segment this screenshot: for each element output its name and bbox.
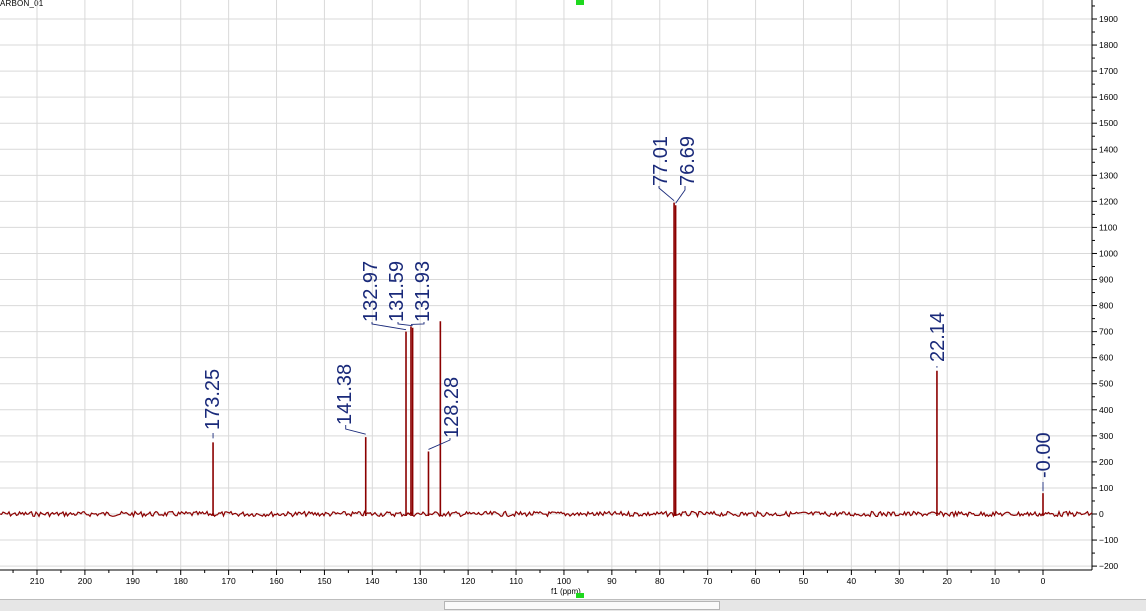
peak-leader-line xyxy=(345,425,366,435)
y-tick-label: 1200 xyxy=(1099,196,1118,206)
x-tick-label: 210 xyxy=(30,576,44,586)
x-tick-label: 200 xyxy=(78,576,92,586)
x-tick-label: 40 xyxy=(847,576,857,586)
top-region-marker[interactable] xyxy=(576,0,584,5)
y-tick-label: 1000 xyxy=(1099,248,1118,258)
x-tick-label: 60 xyxy=(751,576,761,586)
y-tick-label: 1100 xyxy=(1099,222,1118,232)
y-tick-label: 800 xyxy=(1099,301,1113,311)
y-tick-label: 900 xyxy=(1099,275,1113,285)
x-tick-label: 100 xyxy=(557,576,571,586)
y-tick-label: −200 xyxy=(1099,561,1118,571)
y-tick-label: 700 xyxy=(1099,327,1113,337)
peak-label: 128.28 xyxy=(441,377,463,438)
x-tick-label: 20 xyxy=(942,576,952,586)
bottom-region-marker[interactable] xyxy=(576,593,584,598)
x-tick-label: 170 xyxy=(222,576,236,586)
y-tick-label: 1400 xyxy=(1099,144,1118,154)
nmr-spectrum-chart[interactable]: 210 200 190 180 170 160 150 140 130 120 110 100 90 80… xyxy=(0,0,1146,611)
x-tick-label: 160 xyxy=(269,576,283,586)
y-tick-label: 400 xyxy=(1099,405,1113,415)
peak-label: -0.00 xyxy=(1033,432,1055,478)
x-tick-label: 150 xyxy=(317,576,331,586)
y-tick-label: 1500 xyxy=(1099,118,1118,128)
x-tick-label: 10 xyxy=(990,576,1000,586)
y-tick-label: 1700 xyxy=(1099,66,1118,76)
peak-leader-line xyxy=(675,186,686,204)
x-tick-label: 120 xyxy=(461,576,475,586)
y-tick-label: 600 xyxy=(1099,353,1113,363)
y-tick-label: 200 xyxy=(1099,457,1113,467)
y-tick-label: 1900 xyxy=(1099,14,1118,24)
horizontal-scrollbar[interactable] xyxy=(0,599,1146,611)
x-tick-label: 90 xyxy=(607,576,617,586)
peak-label: 141.38 xyxy=(334,364,356,425)
x-tick-label: 50 xyxy=(799,576,809,586)
peak-label: 173.25 xyxy=(202,369,224,430)
y-tick-label: 0 xyxy=(1099,509,1104,519)
peak-label: 77.01 xyxy=(650,136,672,186)
peak-label: 76.69 xyxy=(677,136,699,186)
y-tick-label: 300 xyxy=(1099,431,1113,441)
x-tick-label: 30 xyxy=(895,576,905,586)
x-tick-label: 140 xyxy=(365,576,379,586)
x-tick-label: 110 xyxy=(509,576,523,586)
x-tick-label: 80 xyxy=(655,576,665,586)
peak-label: 22.14 xyxy=(927,312,949,362)
spectrum-baseline xyxy=(0,509,1093,519)
x-tick-label: 0 xyxy=(1041,576,1046,586)
y-tick-label: 100 xyxy=(1099,483,1113,493)
y-tick-label: 1600 xyxy=(1099,92,1118,102)
peak-leader-line xyxy=(658,186,675,202)
scrollbar-thumb[interactable] xyxy=(444,601,720,610)
peak-leader-line xyxy=(428,438,451,450)
peak-label: 132.97 xyxy=(360,261,382,322)
x-tick-label: 70 xyxy=(703,576,713,586)
peak-leader-line xyxy=(371,322,407,331)
peak-label: 131.59 xyxy=(386,261,408,322)
peak-label: 131.93 xyxy=(412,261,434,322)
y-tick-label: 1800 xyxy=(1099,40,1118,50)
y-tick-label: 500 xyxy=(1099,379,1113,389)
y-tick-label: 1300 xyxy=(1099,170,1118,180)
x-tick-label: 190 xyxy=(126,576,140,586)
y-tick-label: −100 xyxy=(1099,535,1118,545)
x-tick-label: 130 xyxy=(413,576,427,586)
x-tick-label: 180 xyxy=(174,576,188,586)
